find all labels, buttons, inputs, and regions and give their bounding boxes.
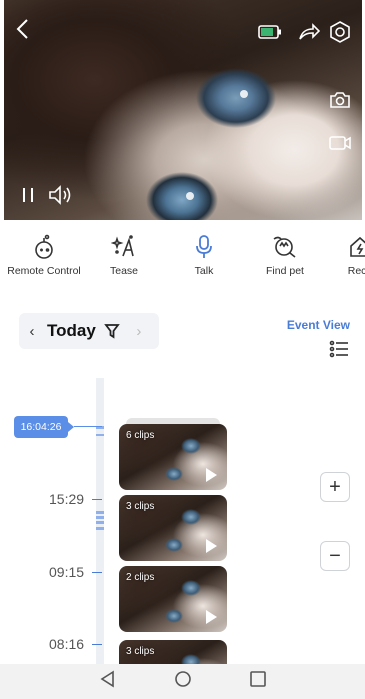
timeline-event-marker [96,434,104,436]
timeline-time-dash [92,644,102,645]
toy-controller-icon [31,232,57,262]
timeline-time-dash [92,572,102,573]
timeline-event-marker [96,511,104,514]
sparkle-wand-icon [111,232,137,262]
zoom-in-button[interactable]: + [320,472,350,502]
date-selector: ‹ Today › [19,313,159,349]
pet-search-icon [272,232,298,262]
recharge-button[interactable]: Rech [340,232,365,277]
video-frame-detail [240,90,248,98]
tease-label: Tease [109,265,139,277]
video-frame-detail [186,192,194,200]
talk-button[interactable]: Talk [186,232,222,277]
remote-control-button[interactable]: Remote Control [6,232,82,277]
previous-day-button[interactable]: ‹ [19,323,45,340]
timeline-event-marker [96,516,104,519]
current-time-marker[interactable]: 16:04:26 [14,416,74,438]
system-navigation-bar [0,664,365,699]
recharge-icon [347,232,365,262]
tease-button[interactable]: Tease [104,232,144,277]
clip-count-label: 6 clips [126,430,155,441]
date-label[interactable]: Today [47,321,96,341]
live-video-view[interactable] [4,0,362,220]
clip-count-label: 2 clips [126,572,155,583]
hexagon-settings-icon[interactable] [328,20,352,44]
speaker-icon[interactable] [48,184,74,206]
next-day-button[interactable]: › [126,323,152,340]
talk-label: Talk [194,265,214,277]
event-view-link[interactable]: Event View [287,318,350,332]
pause-icon[interactable] [20,186,36,204]
chevron-left-icon[interactable] [14,18,32,40]
camera-icon[interactable] [328,90,352,110]
zoom-out-button[interactable]: − [320,541,350,571]
current-time-line [74,426,102,427]
recharge-label: Rech [347,265,365,277]
clip-count-label: 3 clips [126,501,155,512]
timeline-event-marker [96,527,104,530]
find-pet-label: Find pet [266,265,304,277]
find-pet-button[interactable]: Find pet [262,232,308,277]
nav-back-icon[interactable] [99,670,117,693]
filter-icon[interactable] [104,323,120,339]
clip-card[interactable]: 2 clips [119,566,227,632]
timeline-time-label: 15:29 [49,491,85,507]
play-icon[interactable] [206,468,217,482]
microphone-icon [193,232,215,262]
play-icon[interactable] [206,610,217,624]
timeline-time-label: 09:15 [49,564,85,580]
timeline-time-dash [92,499,102,500]
clip-count-label: 3 clips [126,646,155,657]
list-view-icon[interactable] [329,339,349,364]
battery-icon [258,24,282,40]
nav-recents-icon[interactable] [249,670,267,693]
timeline-time-label: 08:16 [49,636,85,652]
clip-card[interactable]: 6 clips [119,424,227,490]
video-record-icon[interactable] [328,134,352,152]
share-arrow-icon[interactable] [298,22,320,42]
nav-home-icon[interactable] [174,670,192,693]
play-icon[interactable] [206,539,217,553]
clip-card[interactable]: 3 clips [119,495,227,561]
remote-control-label: Remote Control [7,265,81,277]
timeline-event-marker [96,521,104,524]
action-bar: Remote Control Tease Talk Find pet Rec [0,232,365,284]
